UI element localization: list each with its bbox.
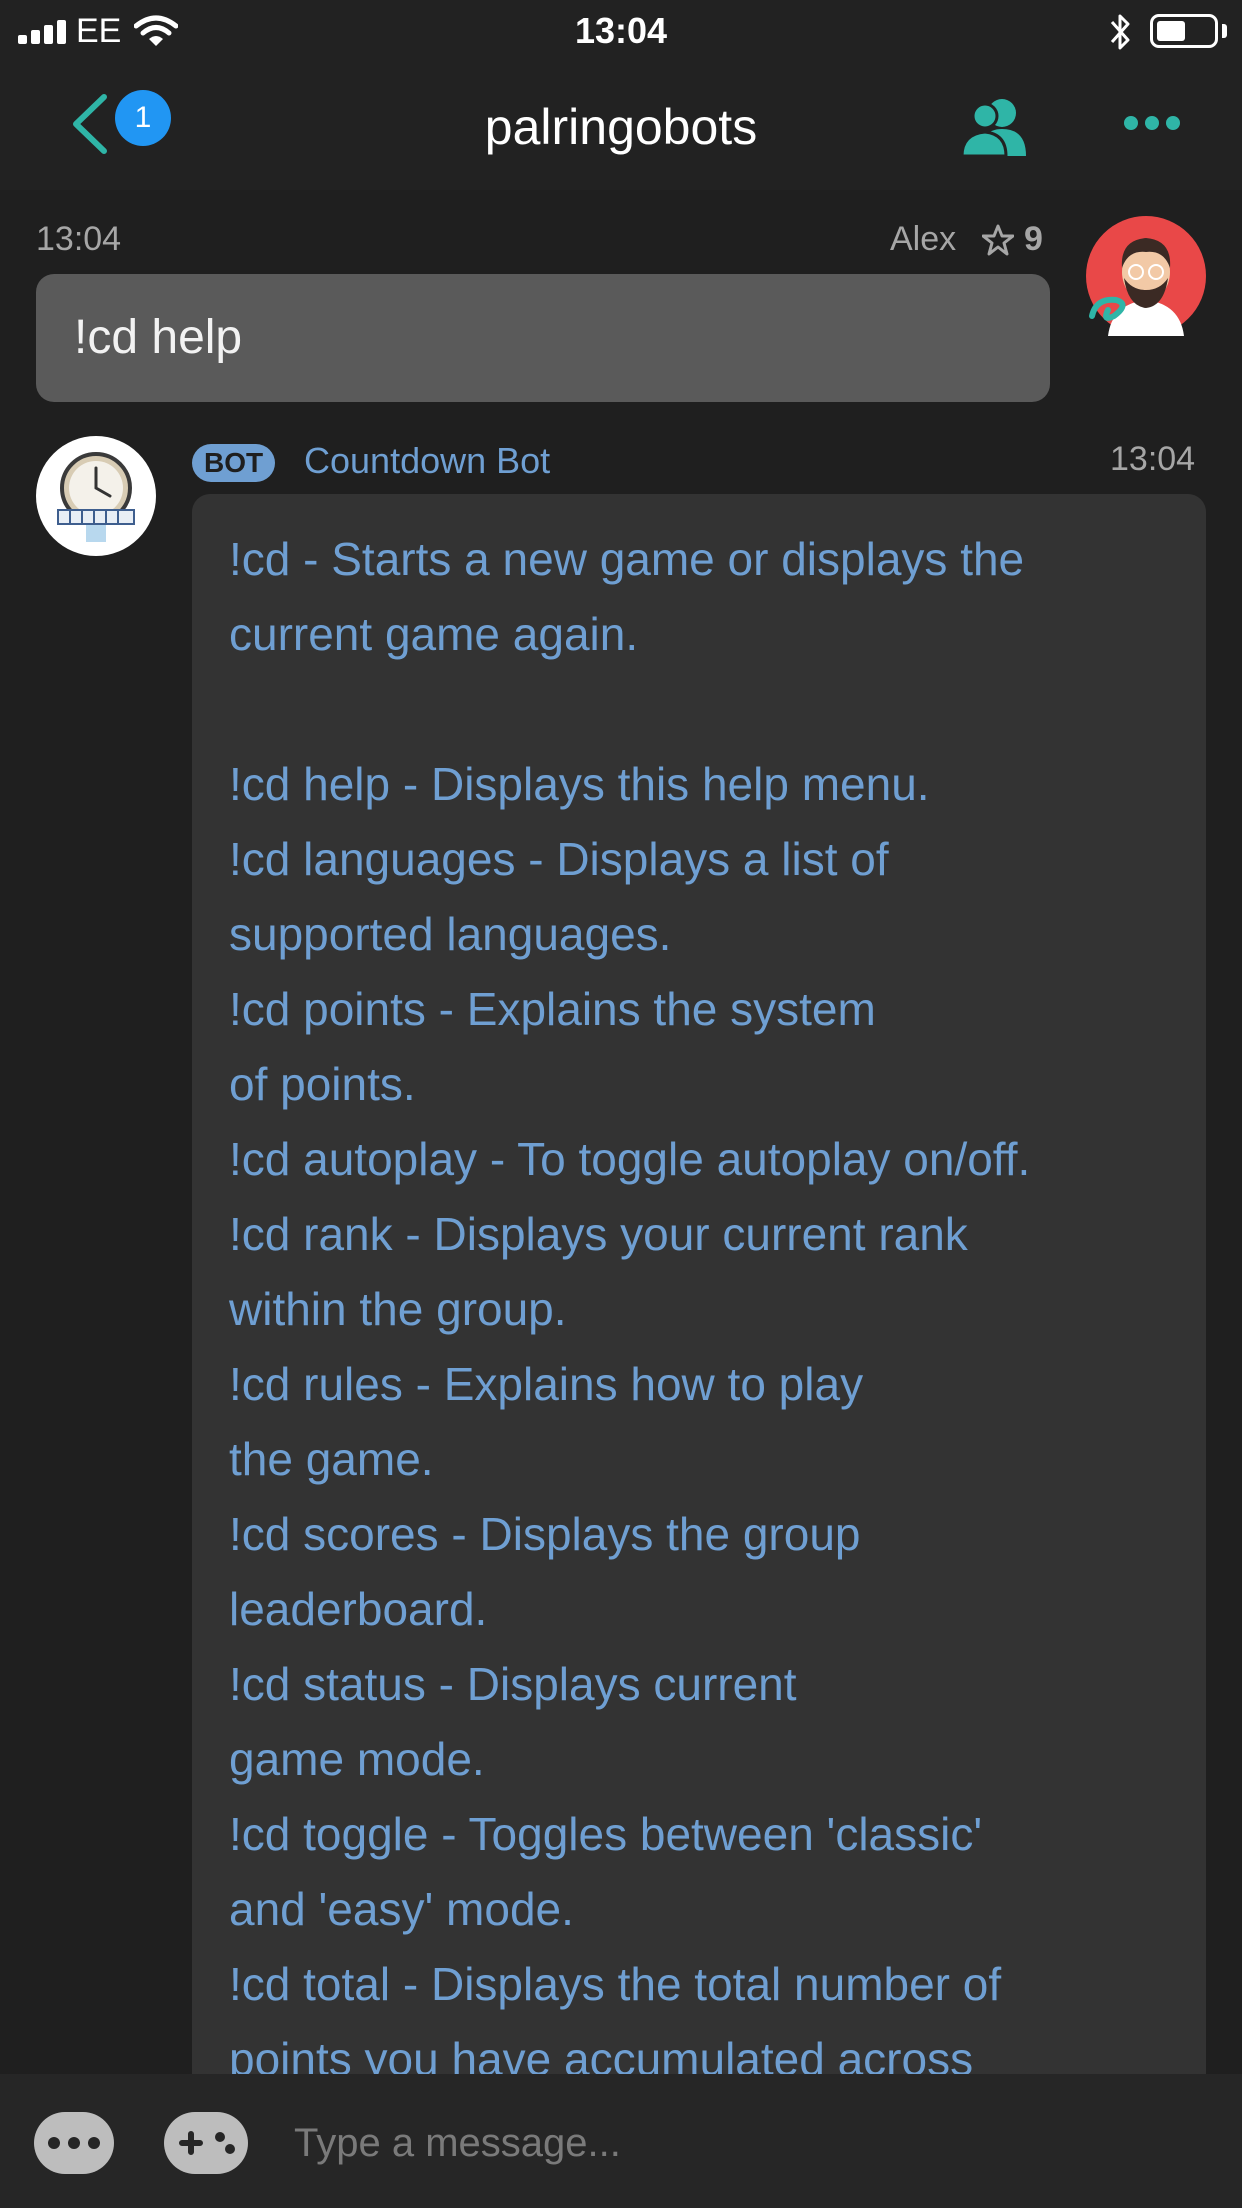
message-sender[interactable]: Alex xyxy=(890,220,956,259)
message-input[interactable] xyxy=(294,2110,1194,2176)
message-time: 13:04 xyxy=(36,220,122,258)
bot-message-line: !cd languages - Displays a list of xyxy=(229,833,889,885)
bot-message-line: !cd rank - Displays your current rank xyxy=(229,1208,968,1260)
star-icon xyxy=(982,224,1014,256)
bot-message-line: game mode. xyxy=(229,1733,485,1785)
members-icon[interactable] xyxy=(960,96,1030,158)
bot-message-line: points you have accumulated across xyxy=(229,2033,974,2074)
bluetooth-icon xyxy=(1110,14,1130,50)
bot-message-line: current game again. xyxy=(229,608,639,660)
bot-message-line: !cd autoplay - To toggle autoplay on/off… xyxy=(229,1133,1031,1185)
bot-message-line: of points. xyxy=(229,1058,416,1110)
bot-message-line: leaderboard. xyxy=(229,1583,488,1635)
status-bar: EE 13:04 xyxy=(0,0,1242,64)
avatar[interactable] xyxy=(1086,216,1206,336)
message-sender[interactable]: Countdown Bot xyxy=(304,440,550,482)
more-options-button[interactable] xyxy=(34,2112,114,2174)
page-title: palringobots xyxy=(484,99,758,155)
bot-message-text: !cd - Starts a new game or displays the c… xyxy=(229,522,1189,2074)
reputation-count: 9 xyxy=(1024,220,1043,258)
bot-message-line: !cd status - Displays current xyxy=(229,1658,797,1710)
more-icon[interactable] xyxy=(1124,114,1180,134)
message-text: !cd help xyxy=(74,311,243,364)
bot-message-line: !cd - Starts a new game or displays the xyxy=(229,533,1025,585)
nav-bar: 1 palringobots xyxy=(0,64,1242,190)
bot-message-line: supported languages. xyxy=(229,908,672,960)
battery-tip xyxy=(1222,24,1227,38)
user-message-bubble[interactable]: !cd help xyxy=(36,274,1050,402)
battery-level xyxy=(1157,21,1185,41)
bot-badge: BOT xyxy=(192,444,276,482)
bot-message-line: !cd toggle - Toggles between 'classic' xyxy=(229,1808,983,1860)
bot-message-line: !cd help - Displays this help menu. xyxy=(229,758,930,810)
bot-message-bubble[interactable]: !cd - Starts a new game or displays the c… xyxy=(192,494,1206,2074)
bot-message-line: !cd total - Displays the total number of xyxy=(229,1958,1002,2010)
status-time: 13:04 xyxy=(574,10,668,51)
bot-message-line: the game. xyxy=(229,1433,434,1485)
bot-message-line: and 'easy' mode. xyxy=(229,1883,574,1935)
bot-message-line: within the group. xyxy=(229,1283,567,1335)
gamepad-icon[interactable] xyxy=(164,2112,248,2174)
chat-area[interactable]: 13:04 Alex 9 !cd help BOT Countdown Bot … xyxy=(0,190,1242,2074)
bot-message-line xyxy=(229,672,1189,747)
bot-avatar[interactable] xyxy=(36,436,156,556)
input-bar xyxy=(0,2074,1242,2208)
bot-message-line: !cd rules - Explains how to play xyxy=(229,1358,864,1410)
message-time: 13:04 xyxy=(1110,440,1196,478)
bot-message-line: !cd scores - Displays the group xyxy=(229,1508,861,1560)
bot-message-line: !cd points - Explains the system xyxy=(229,983,876,1035)
battery-icon xyxy=(1150,14,1218,48)
